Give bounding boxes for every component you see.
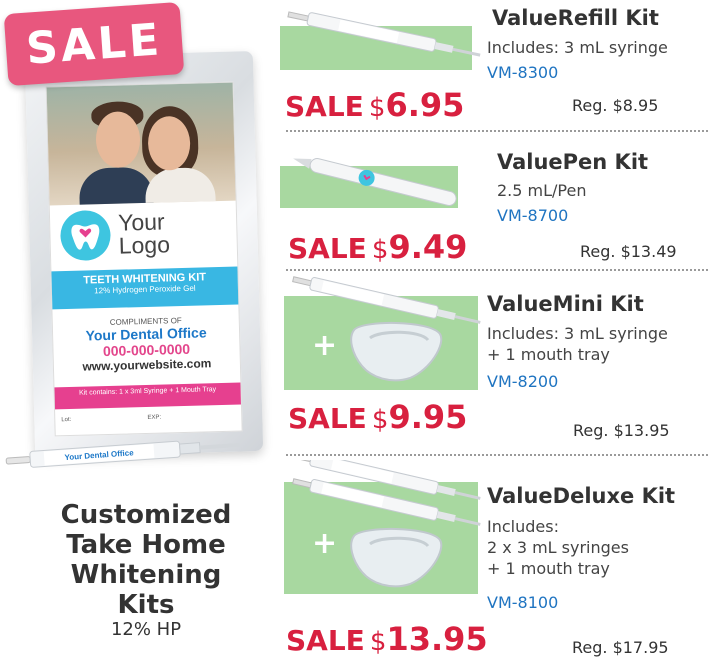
sale-currency: $	[368, 93, 386, 123]
promo-title-line2: Take Home	[66, 530, 226, 560]
product-description-line: + 1 mouth tray	[487, 345, 610, 364]
sale-amount: 9.49	[388, 228, 468, 266]
sale-price: SALE $9.95	[288, 398, 467, 436]
promo-subtitle: 12% HP	[110, 619, 182, 640]
tooth-heart-icon	[59, 209, 112, 262]
regular-price: Reg. $8.95	[572, 96, 659, 115]
product-name: ValueDeluxe Kit	[487, 484, 676, 508]
regular-price: Reg. $13.95	[573, 421, 670, 440]
pouch-label: Your Logo TEETH WHITENING KIT 12% Hydrog…	[45, 81, 243, 437]
product-name: ValueMini Kit	[487, 292, 644, 316]
product-description: 2.5 mL/Pen	[497, 181, 587, 200]
sale-word: SALE	[288, 232, 367, 265]
product-name: ValueRefill Kit	[492, 6, 659, 30]
sale-price: SALE $6.95	[285, 86, 464, 124]
product-sku: VM-8100	[487, 593, 559, 612]
compliments-block: COMPLIMENTS OF Your Dental Office 000-00…	[53, 315, 240, 375]
promo-title-line3: Whitening Kits	[70, 560, 222, 620]
product-valuepen[interactable]: ValuePen Kit 2.5 mL/Pen VM-8700 SALE $9.…	[280, 132, 708, 268]
sale-badge: SALE	[3, 1, 185, 87]
whitening-kit-pouch: Your Logo TEETH WHITENING KIT 12% Hydrog…	[24, 51, 264, 457]
regular-price: Reg. $13.49	[580, 242, 677, 261]
sale-word: SALE	[285, 90, 364, 123]
product-divider	[286, 269, 708, 271]
sale-word: SALE	[286, 624, 365, 657]
product-description-line: 2 x 3 mL syringes	[487, 538, 629, 557]
sale-amount: 13.95	[386, 620, 488, 658]
lot-exp-row: Lot: EXP:	[61, 413, 237, 424]
sale-amount: 9.95	[388, 398, 468, 436]
sale-badge-text: SALE	[24, 13, 164, 75]
promo-title-line1: Customized	[60, 500, 232, 530]
product-sku: VM-8300	[487, 63, 559, 82]
syringe-image	[287, 11, 481, 57]
sale-price: SALE $9.49	[288, 228, 467, 266]
syringes-and-tray-image	[292, 460, 481, 588]
product-description-line: Includes: 3 mL syringe	[487, 324, 668, 343]
exp-label: EXP:	[147, 414, 162, 421]
product-description-line: Includes:	[487, 517, 559, 536]
sale-word: SALE	[288, 402, 367, 435]
sale-price: SALE $13.95	[286, 620, 488, 658]
product-sku: VM-8700	[497, 206, 569, 225]
logo-text-line2: Logo	[118, 231, 171, 259]
promo-title-block: Customized Take Home Whitening Kits 12% …	[40, 500, 252, 640]
kit-contents: Kit contains: 1 x 3ml Syringe + 1 Mouth …	[54, 382, 241, 410]
product-description-line: + 1 mouth tray	[487, 559, 610, 578]
sale-currency: $	[371, 235, 389, 265]
kit-title-strip: TEETH WHITENING KIT 12% Hydrogen Peroxid…	[51, 266, 239, 310]
product-name: ValuePen Kit	[497, 150, 649, 174]
pen-image	[293, 158, 457, 206]
syringe-and-tray-image	[292, 276, 481, 382]
product-valuedeluxe[interactable]: + ValueDeluxe Kit Includes: 2 x 3 mL syr…	[280, 456, 708, 661]
product-sku: VM-8200	[487, 372, 559, 391]
sale-currency: $	[371, 405, 389, 435]
sale-currency: $	[369, 627, 387, 657]
product-description: Includes: 3 mL syringe	[487, 38, 668, 57]
product-valuemini[interactable]: + ValueMini Kit Includes: 3 mL syringe +…	[280, 272, 708, 452]
lot-label: Lot:	[61, 416, 72, 424]
sale-amount: 6.95	[385, 86, 465, 124]
logo-placeholder: Your Logo	[59, 208, 171, 262]
couple-photo	[46, 82, 236, 206]
product-valuerefill[interactable]: ValueRefill Kit Includes: 3 mL syringe V…	[280, 0, 708, 130]
regular-price: Reg. $17.95	[572, 638, 669, 657]
